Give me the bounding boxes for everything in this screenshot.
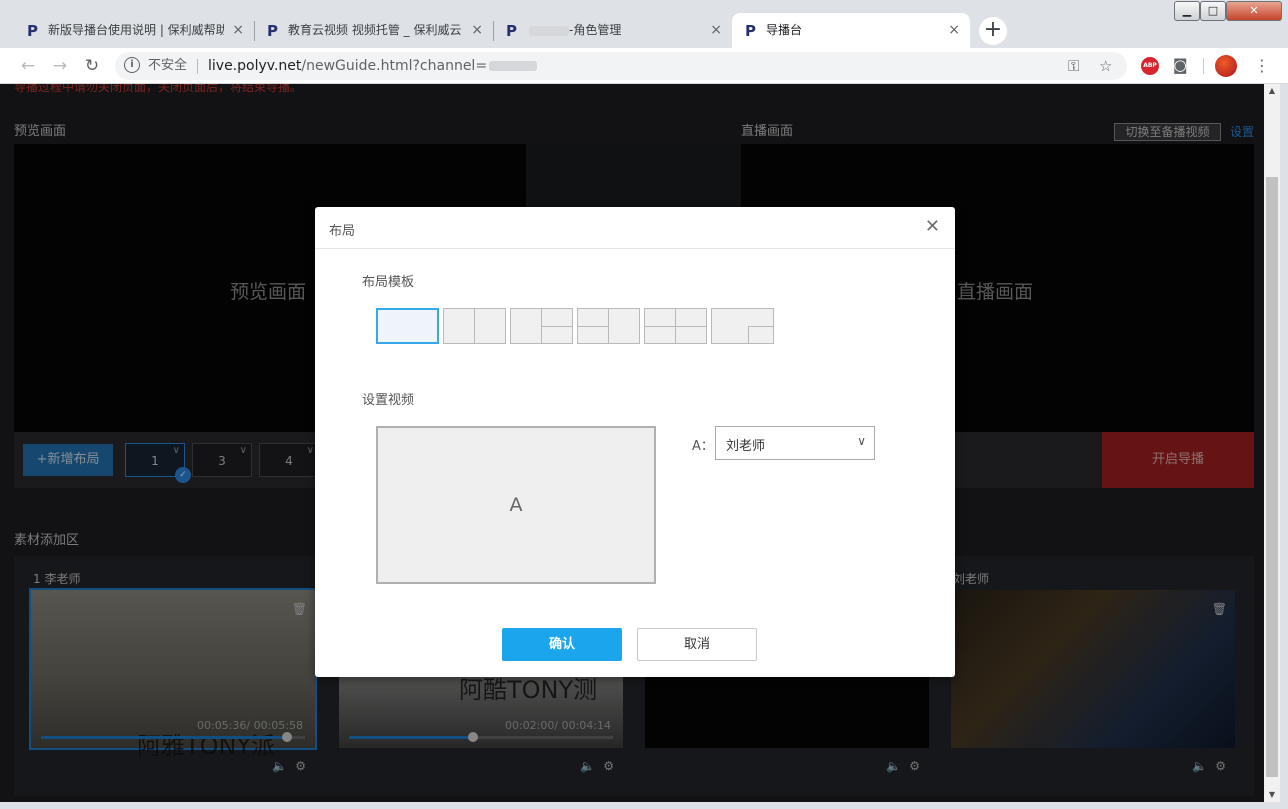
close-tab-icon[interactable]: × (232, 13, 244, 48)
page-scrollbar[interactable]: ▲ ▼ (1264, 84, 1280, 802)
reload-icon[interactable]: ↻ (80, 54, 104, 78)
browser-toolbar: ← → ↻ i 不安全 live.polyv.net/newGuide.html… (0, 48, 1288, 84)
browser-menu-icon[interactable]: ⋮ (1254, 54, 1270, 78)
browser-chrome: P 新版导播台使用说明 | 保利威帮助 × P 教育云视频 视频托管 _ 保利威… (0, 0, 1288, 84)
tab-director-console[interactable]: P 导播台 × (732, 13, 970, 48)
tab-title-text: -角色管理 (569, 23, 622, 37)
address-bar[interactable]: i 不安全 live.polyv.net/newGuide.html?chann… (115, 52, 1127, 80)
star-bookmark-icon[interactable]: ☆ (1099, 57, 1112, 75)
tab-title: 教育云视频 视频托管 _ 保利威云 (288, 23, 462, 37)
select-value: 刘老师 (726, 439, 766, 454)
template-divider (541, 326, 572, 327)
tab-title: 导播台 (766, 23, 803, 37)
back-arrow-icon[interactable]: ← (16, 54, 40, 78)
scrollbar-thumb[interactable] (1266, 177, 1278, 777)
polyv-favicon-icon: P (745, 23, 756, 38)
layout-template-two-columns[interactable] (443, 308, 506, 344)
key-icon[interactable]: ⚿ (1068, 57, 1079, 75)
slot-a-video-select[interactable]: 刘老师 ∨ (715, 426, 875, 460)
template-divider (645, 326, 706, 327)
polyv-favicon-icon: P (27, 23, 38, 38)
layout-template-single[interactable] (376, 308, 439, 344)
tab-title: -角色管理 (527, 13, 702, 48)
camera-extension-icon[interactable]: ◙ (1173, 56, 1188, 74)
dialog-title: 布局 (329, 224, 356, 239)
window-border (1280, 84, 1288, 809)
layout-dialog: 布局 ✕ 布局模板 设置视频 A A： 刘老师 ∨ 确认 取消 (315, 207, 955, 677)
svg-text:P: P (506, 23, 517, 38)
layout-template-picture-in-picture[interactable] (711, 308, 774, 344)
adblock-extension-icon[interactable]: ABP (1141, 57, 1159, 75)
close-tab-icon[interactable]: × (948, 13, 960, 48)
url-text[interactable]: live.polyv.net/newGuide.html?channel= (208, 52, 538, 80)
set-video-label: 设置视频 (362, 393, 415, 408)
tab-title: 新版导播台使用说明 | 保利威帮助 (48, 23, 224, 37)
cancel-button[interactable]: 取消 (637, 628, 757, 661)
layout-template-right-main[interactable] (577, 308, 640, 344)
layout-preview-area: A (376, 426, 656, 584)
layout-template-left-main[interactable] (510, 308, 573, 344)
scroll-down-icon[interactable]: ▼ (1264, 788, 1280, 802)
layout-template-label: 布局模板 (362, 275, 415, 290)
polyv-favicon-icon: P (506, 23, 517, 38)
info-icon[interactable]: i (124, 57, 140, 73)
dialog-header: 布局 ✕ (315, 207, 955, 249)
polyv-favicon-icon: P (267, 23, 278, 38)
address-divider (197, 59, 198, 74)
close-window-icon[interactable]: ✕ (1226, 1, 1282, 21)
new-tab-button[interactable]: + (979, 17, 1007, 45)
template-divider (748, 326, 773, 327)
url-host: live.polyv.net (208, 58, 302, 74)
template-divider (578, 326, 608, 327)
toolbar-divider (1203, 58, 1204, 74)
forward-arrow-icon[interactable]: → (48, 54, 72, 78)
minimize-window-icon[interactable]: ▁ (1174, 1, 1200, 21)
tab-video-hosting[interactable]: P 教育云视频 视频托管 _ 保利威云 × (254, 13, 493, 48)
layout-template-grid[interactable] (644, 308, 707, 344)
template-divider (748, 326, 749, 343)
svg-text:P: P (745, 23, 756, 38)
security-label[interactable]: 不安全 (148, 52, 187, 80)
preview-slot-letter: A (509, 494, 523, 516)
svg-text:P: P (27, 23, 38, 38)
template-divider (608, 309, 609, 343)
tab-strip: P 新版导播台使用说明 | 保利威帮助 × P 教育云视频 视频托管 _ 保利威… (0, 0, 1288, 48)
slot-a-label: A： (692, 439, 714, 454)
close-tab-icon[interactable]: × (710, 13, 722, 48)
close-icon[interactable]: ✕ (925, 217, 940, 237)
tab-role-management[interactable]: P -角色管理 × (493, 13, 732, 48)
template-divider (474, 309, 475, 343)
close-tab-icon[interactable]: × (471, 13, 483, 48)
confirm-button[interactable]: 确认 (502, 628, 622, 661)
tab-help-doc[interactable]: P 新版导播台使用说明 | 保利威帮助 × (14, 13, 254, 48)
svg-text:P: P (267, 23, 278, 38)
chevron-down-icon: ∨ (857, 434, 866, 448)
redacted-text (489, 61, 538, 71)
profile-avatar[interactable] (1215, 55, 1237, 77)
window-border (0, 802, 1288, 809)
url-path: /newGuide.html?channel= (301, 58, 488, 74)
maximize-window-icon[interactable]: □ (1200, 1, 1226, 21)
scroll-up-icon[interactable]: ▲ (1264, 84, 1280, 98)
redacted-text (529, 25, 569, 36)
